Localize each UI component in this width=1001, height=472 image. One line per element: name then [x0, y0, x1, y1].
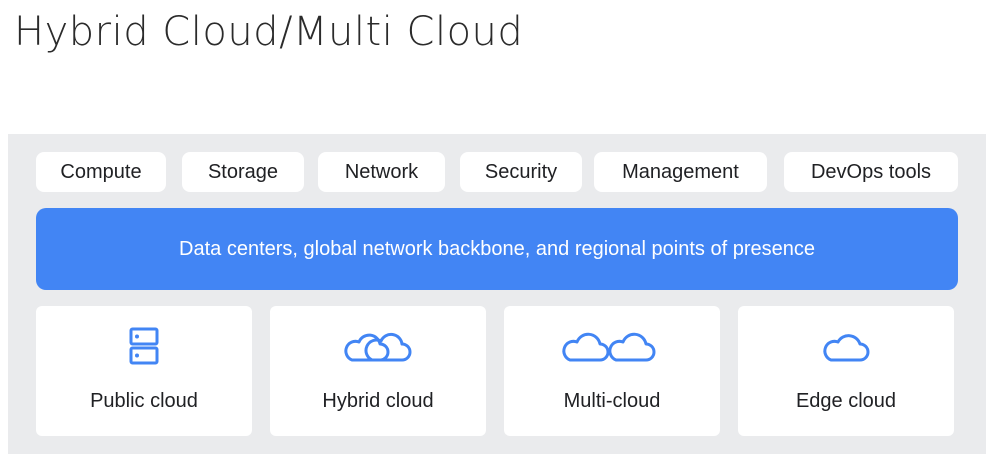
- cloud-icon: [738, 326, 954, 366]
- service-security: Security: [460, 152, 582, 192]
- card-label: Edge cloud: [795, 390, 897, 412]
- service-network: Network: [318, 152, 445, 192]
- infrastructure-label: Data centers, global network backbone, a…: [179, 237, 815, 260]
- card-multi-cloud: Multi-cloud: [504, 306, 720, 436]
- infrastructure-bar: Data centers, global network backbone, a…: [36, 208, 958, 290]
- service-compute: Compute: [36, 152, 166, 192]
- card-label: Multi-cloud: [563, 390, 661, 412]
- diagram-panel: Compute Storage Network Security Managem…: [8, 134, 986, 454]
- overlapping-clouds-icon: [270, 326, 486, 366]
- page-title: Hybrid Cloud/Multi Cloud: [14, 9, 524, 55]
- two-clouds-icon: [504, 326, 720, 366]
- service-management: Management: [594, 152, 767, 192]
- card-public-cloud: Public cloud: [36, 306, 252, 436]
- card-label: Hybrid cloud: [322, 390, 434, 412]
- service-devops-tools: DevOps tools: [784, 152, 958, 192]
- card-label: Public cloud: [90, 390, 198, 412]
- service-storage: Storage: [182, 152, 304, 192]
- card-edge-cloud: Edge cloud: [738, 306, 954, 436]
- card-hybrid-cloud: Hybrid cloud: [270, 306, 486, 436]
- server-stack-icon: [36, 326, 252, 366]
